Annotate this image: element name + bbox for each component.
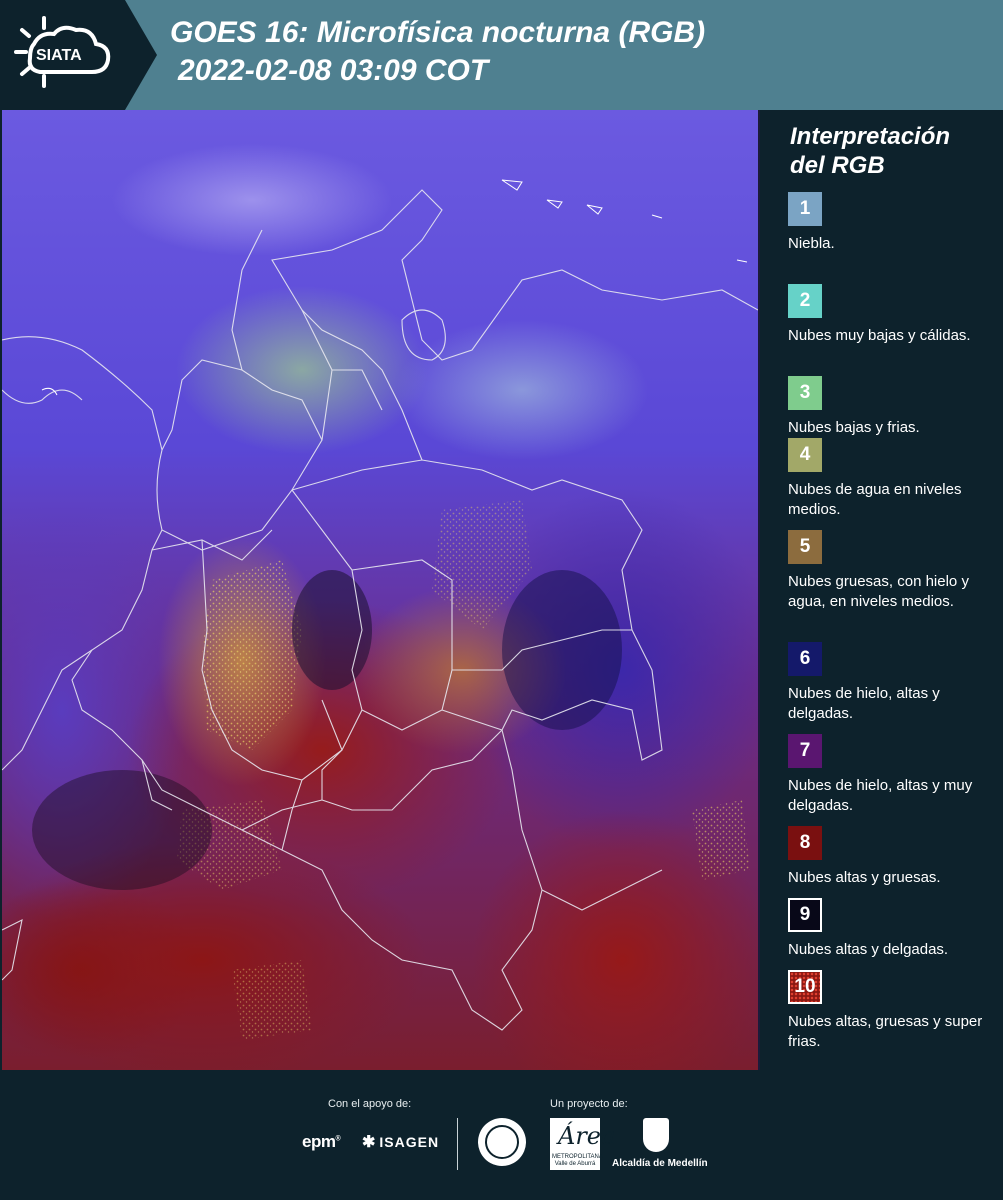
dark-cloud-patch	[292, 570, 372, 690]
page-title: GOES 16: Microfísica nocturna (RGB) 2022…	[170, 14, 705, 90]
title-line-1: GOES 16: Microfísica nocturna (RGB)	[170, 16, 706, 49]
legend-item: 7 Nubes de hielo, altas y muy delgadas.	[788, 734, 988, 816]
project-caption: Un proyecto de:	[550, 1098, 628, 1110]
medellin-shield-icon	[643, 1118, 669, 1152]
area-logo-letter: Área	[558, 1122, 616, 1150]
country-borders-overlay	[2, 179, 758, 1040]
footer-divider	[457, 1118, 458, 1170]
isagen-logo-text: ISAGEN	[379, 1134, 440, 1150]
header-bar: SIATA GOES 16: Microfísica nocturna (RGB…	[0, 0, 1003, 110]
legend-swatch: 3	[788, 376, 822, 410]
footer: Con el apoyo de: Un proyecto de: epm® ✱ I…	[0, 1070, 1003, 1200]
legend-item: 1 Niebla.	[788, 192, 988, 254]
legend-label: Nubes bajas y frias.	[788, 419, 920, 436]
cold-cloud-area	[692, 800, 750, 880]
legend-item: 8 Nubes altas y gruesas.	[788, 826, 988, 888]
area-logo-text: METROPOLITANA Valle de Aburrá	[552, 1154, 603, 1167]
legend-swatch: 7	[788, 734, 822, 768]
title-line-2: 2022-02-08 03:09 COT	[178, 54, 489, 87]
legend-title: Interpretación del RGB	[790, 122, 950, 180]
legend-title-line-1: Interpretación	[790, 123, 951, 150]
cold-cloud-area	[202, 560, 302, 750]
legend-swatch: 1	[788, 192, 822, 226]
siata-logo-text: SIATA	[36, 47, 82, 64]
logo-arrow-shape	[125, 0, 157, 110]
medellin-logo-text: Alcaldía de Medellín	[612, 1158, 708, 1169]
satellite-rgb-image	[2, 110, 758, 1070]
legend-label: Nubes de agua en niveles medios.	[788, 481, 962, 518]
epm-logo: epm®	[302, 1132, 341, 1151]
area-metropolitana-logo: Área METROPOLITANA Valle de Aburrá	[550, 1118, 615, 1170]
legend-label: Nubes altas, gruesas y super frias.	[788, 1013, 983, 1050]
legend-swatch: 2	[788, 284, 822, 318]
legend-swatch: 6	[788, 642, 822, 676]
legend-label: Nubes de hielo, altas y delgadas.	[788, 685, 940, 722]
legend-swatch: 5	[788, 530, 822, 564]
isagen-mark-icon: ✱	[362, 1134, 377, 1151]
legend-swatch: 10	[788, 970, 822, 1004]
legend-swatch: 8	[788, 826, 822, 860]
legend-label: Niebla.	[788, 235, 835, 252]
legend-swatch: 9	[788, 898, 822, 932]
legend-item: 5 Nubes gruesas, con hielo y agua, en niv…	[788, 530, 988, 612]
legend-swatch: 4	[788, 438, 822, 472]
isagen-logo: ✱ ISAGEN	[362, 1132, 439, 1152]
legend-item: 3 Nubes bajas y frias.	[788, 376, 988, 438]
legend-item: 6 Nubes de hielo, altas y delgadas.	[788, 642, 988, 724]
siata-sun-cloud-icon: SIATA	[14, 16, 111, 88]
dark-cloud-patch	[32, 770, 212, 890]
legend-item: 4 Nubes de agua en niveles medios.	[788, 438, 988, 520]
epm-logo-text: epm	[302, 1132, 336, 1151]
legend-label: Nubes altas y delgadas.	[788, 941, 949, 958]
legend-label: Nubes altas y gruesas.	[788, 869, 941, 886]
legend-item: 10 Nubes altas, gruesas y super frias.	[788, 970, 988, 1052]
legend-item: 9 Nubes altas y delgadas.	[788, 898, 988, 960]
legend-label: Nubes gruesas, con hielo y agua, en nive…	[788, 573, 969, 610]
legend-label: Nubes de hielo, altas y muy delgadas.	[788, 777, 973, 814]
legend-label: Nubes muy bajas y cálidas.	[788, 327, 971, 344]
legend-panel: Interpretación del RGB 1 Niebla. 2 Nubes mu…	[760, 110, 1003, 1070]
legend-item: 2 Nubes muy bajas y cálidas.	[788, 284, 988, 346]
support-caption: Con el apoyo de:	[328, 1098, 412, 1110]
cold-cloud-area	[232, 960, 312, 1040]
legend-title-line-2: del RGB	[790, 152, 885, 179]
siata-logo: SIATA	[0, 0, 125, 110]
university-seal-icon	[478, 1118, 526, 1166]
dark-cloud-patch	[502, 570, 622, 730]
